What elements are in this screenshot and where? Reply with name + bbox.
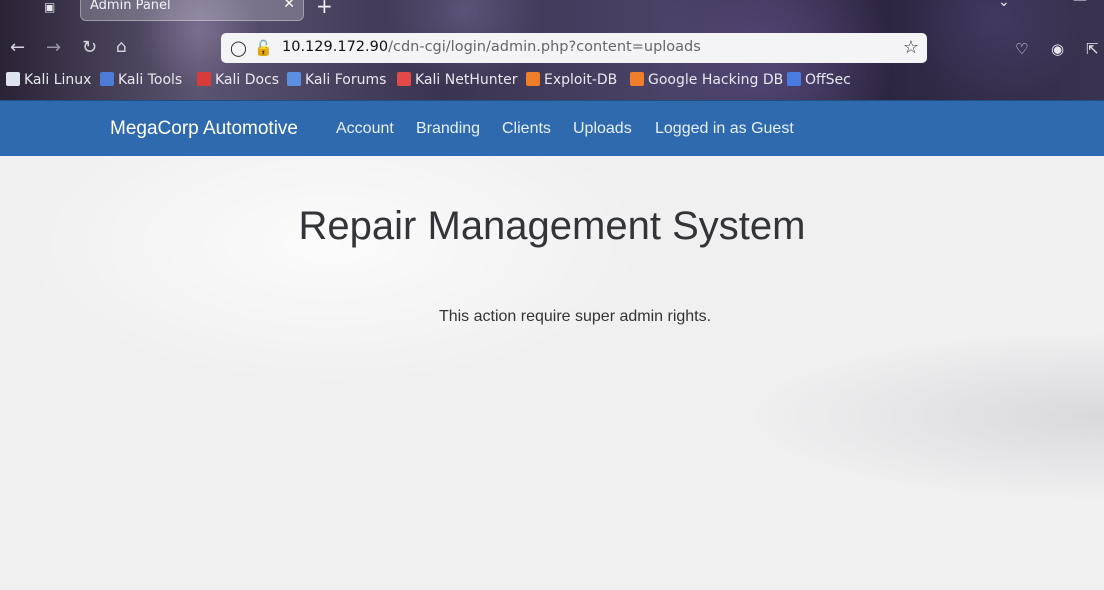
kali-nethunter-icon <box>397 72 411 86</box>
site-navbar: MegaCorp Automotive Account Branding Cli… <box>0 100 1104 157</box>
back-icon[interactable]: ← <box>10 37 25 58</box>
bookmark-label: Kali Tools <box>118 72 183 88</box>
bookmark-label: Kali Docs <box>215 72 280 88</box>
kali-docs-icon <box>197 72 211 86</box>
close-icon[interactable]: ✕ <box>283 0 295 12</box>
reload-icon[interactable]: ↻ <box>82 37 97 58</box>
bookmark-offsec[interactable]: OffSec <box>787 72 851 88</box>
chevron-down-icon[interactable]: ⌄ <box>998 0 1010 10</box>
bookmark-kali-tools[interactable]: Kali Tools <box>100 72 182 88</box>
bookmark-google-hacking-db[interactable]: Google Hacking DB <box>630 72 783 88</box>
nav-uploads[interactable]: Uploads <box>573 120 632 138</box>
url-text[interactable]: 10.129.172.90/cdn-cgi/login/admin.php?co… <box>282 39 701 55</box>
url-path: /cdn-cgi/login/admin.php?content=uploads <box>388 39 701 55</box>
extensions-icon[interactable]: ⇱ <box>1086 40 1099 58</box>
tab-admin-panel[interactable]: Admin Panel ✕ <box>80 0 304 21</box>
bookmark-kali-forums[interactable]: Kali Forums <box>287 72 386 88</box>
kali-forums-icon <box>287 72 301 86</box>
shield-icon[interactable]: ◯ <box>230 39 247 57</box>
nav-account[interactable]: Account <box>336 120 394 138</box>
bookmark-kali-linux[interactable]: Kali Linux <box>6 72 91 88</box>
bookmark-kali-docs[interactable]: Kali Docs <box>197 72 279 88</box>
bookmark-label: Kali NetHunter <box>415 72 518 88</box>
url-host: 10.129.172.90 <box>282 39 389 55</box>
minimize-icon[interactable]: — <box>1073 0 1087 8</box>
page-title: Repair Management System <box>298 204 806 248</box>
kali-tools-icon <box>100 72 114 86</box>
exploit-db-icon <box>526 72 540 86</box>
forward-icon[interactable]: → <box>46 37 61 58</box>
bookmark-label: OffSec <box>805 72 851 88</box>
bookmark-star-icon[interactable]: ☆ <box>903 37 919 58</box>
account-icon[interactable]: ◉ <box>1051 40 1064 58</box>
bookmark-label: Exploit-DB <box>544 72 618 88</box>
nav-logged-in-as[interactable]: Logged in as Guest <box>655 120 794 138</box>
tab-title: Admin Panel <box>90 0 171 13</box>
pocket-icon[interactable]: ♡ <box>1015 40 1028 58</box>
offsec-icon <box>787 72 801 86</box>
insecure-lock-icon[interactable]: 🔓 <box>254 39 273 57</box>
bookmark-label: Kali Linux <box>24 72 92 88</box>
new-tab-icon[interactable]: + <box>316 0 333 18</box>
brand-link[interactable]: MegaCorp Automotive <box>110 118 298 140</box>
ghdb-icon <box>630 72 644 86</box>
bookmarks-toolbar: Kali Linux Kali Tools Kali Docs Kali For… <box>0 72 1104 94</box>
kali-dragon-icon <box>6 72 20 86</box>
tab-bar: ▣ Admin Panel ✕ + ⌄ — <box>0 0 1104 26</box>
home-icon[interactable]: ⌂ <box>116 37 127 57</box>
tab-overview-icon[interactable]: ▣ <box>44 0 62 14</box>
bookmark-exploit-db[interactable]: Exploit-DB <box>526 72 617 88</box>
permission-message: This action require super admin rights. <box>438 308 712 325</box>
page-content: Repair Management System This action req… <box>0 156 1104 590</box>
bookmark-label: Kali Forums <box>305 72 387 88</box>
address-bar[interactable]: ◯ 🔓 10.129.172.90/cdn-cgi/login/admin.ph… <box>221 33 927 63</box>
bookmark-label: Google Hacking DB <box>648 72 784 88</box>
nav-branding[interactable]: Branding <box>416 120 480 138</box>
bookmark-kali-nethunter[interactable]: Kali NetHunter <box>397 72 517 88</box>
nav-clients[interactable]: Clients <box>502 120 551 138</box>
browser-chrome: ▣ Admin Panel ✕ + ⌄ — ← → ↻ ⌂ ◯ 🔓 10.129… <box>0 0 1104 100</box>
